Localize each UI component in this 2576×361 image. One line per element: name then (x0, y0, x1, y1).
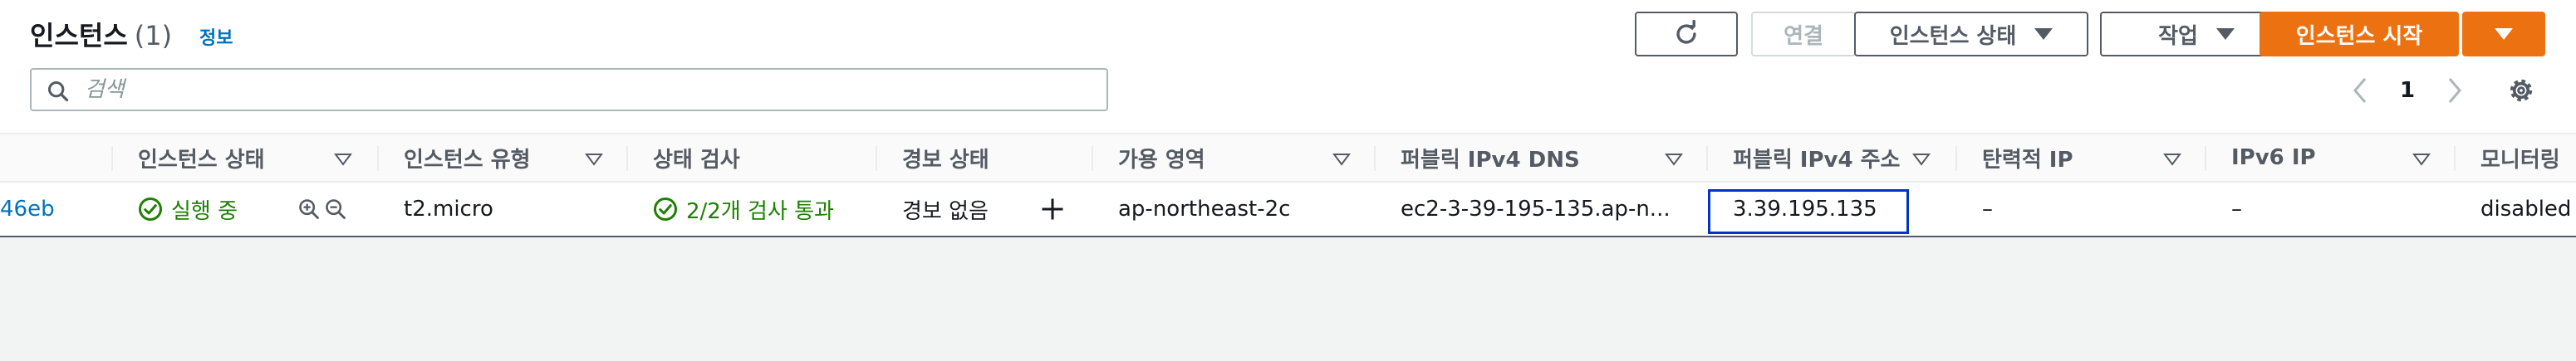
launch-instances-label: 인스턴스 시작 (2295, 23, 2423, 49)
instances-header: 인스턴스(1) 정보 연결 인스턴스 상태 작업 인스턴스 시작 1 (0, 0, 2576, 133)
zoom-in-button[interactable] (297, 183, 321, 236)
zoom-in-icon (299, 199, 319, 219)
column-divider[interactable] (876, 146, 877, 171)
page-title: 인스턴스 (1) (30, 15, 172, 53)
column-header-instance-state[interactable]: 인스턴스 상태 (138, 134, 265, 181)
instance-state-text: 실행 중 (171, 198, 238, 224)
column-divider[interactable] (1706, 146, 1708, 171)
status-check-cell: 2/2개 검사 통과 (653, 183, 834, 236)
sort-icon[interactable] (2412, 153, 2431, 166)
chevron-right-icon (2448, 78, 2461, 103)
instance-state-cell: 실행 중 (138, 183, 238, 236)
sort-icon[interactable] (2163, 153, 2181, 166)
chevron-left-icon (2353, 78, 2367, 103)
column-header-public-ipv4[interactable]: 퍼블릭 IPv4 주소 (1733, 134, 1900, 181)
column-divider[interactable] (2454, 146, 2456, 171)
next-page-button[interactable] (2442, 73, 2467, 108)
preferences-button[interactable] (2500, 73, 2542, 108)
public-dns-cell: ec2-3-39-195-135.ap-n... (1401, 197, 1671, 222)
sort-icon[interactable] (334, 153, 352, 166)
caret-down-icon (2215, 28, 2235, 40)
page-title-text: 인스턴스 (30, 20, 128, 51)
elastic-ip-cell: – (1982, 197, 1993, 222)
column-divider[interactable] (2205, 146, 2206, 171)
caret-down-icon (2495, 28, 2513, 40)
page-number[interactable]: 1 (2391, 73, 2424, 108)
column-divider[interactable] (1955, 146, 1957, 171)
table-header: 인스턴스 상태 인스턴스 유형 상태 검사 경보 상태 가용 영역 퍼블릭 IP… (0, 133, 2576, 183)
search-input[interactable] (85, 75, 1082, 105)
column-header-monitoring[interactable]: 모니터링 (2480, 134, 2560, 181)
zoom-out-button[interactable] (324, 183, 347, 236)
launch-instances-button[interactable]: 인스턴스 시작 (2260, 12, 2459, 56)
sort-icon[interactable] (585, 153, 603, 166)
instance-state-button[interactable]: 인스턴스 상태 (1854, 12, 2088, 56)
refresh-button[interactable] (1635, 12, 1738, 56)
empty-area (0, 237, 2576, 361)
launch-dropdown-button[interactable] (2462, 12, 2545, 56)
search-icon (47, 80, 69, 102)
refresh-icon (1676, 20, 1696, 44)
column-header-alarm-status[interactable]: 경보 상태 (902, 134, 989, 181)
sort-icon[interactable] (1665, 153, 1683, 166)
instance-count: (1) (134, 20, 173, 51)
instance-id-link[interactable]: 46eb (0, 183, 55, 236)
caret-down-icon (2034, 28, 2053, 40)
column-divider[interactable] (377, 146, 379, 171)
actions-label: 작업 (2158, 23, 2198, 49)
availability-zone-cell: ap-northeast-2c (1118, 197, 1291, 222)
selected-cell-outline (1708, 189, 1909, 234)
column-header-availability-zone[interactable]: 가용 영역 (1118, 134, 1205, 181)
column-header-public-dns[interactable]: 퍼블릭 IPv4 DNS (1401, 134, 1580, 181)
instance-type-cell: t2.micro (404, 197, 493, 222)
add-alarm-button[interactable] (1040, 183, 1065, 236)
zoom-out-icon (326, 199, 346, 219)
column-header-ipv6-ip[interactable]: IPv6 IP (2231, 134, 2316, 181)
previous-page-button[interactable] (2348, 73, 2372, 108)
alarm-status-cell: 경보 없음 (902, 198, 989, 224)
check-circle-icon (654, 198, 677, 221)
column-header-status-check[interactable]: 상태 검사 (653, 134, 740, 181)
check-circle-icon (139, 198, 162, 221)
column-divider[interactable] (1092, 146, 1093, 171)
gear-icon (2510, 79, 2533, 102)
column-divider[interactable] (111, 146, 113, 171)
instance-state-label: 인스턴스 상태 (1889, 23, 2017, 49)
ipv6-ip-cell: – (2231, 197, 2242, 222)
connect-button-label: 연결 (1784, 23, 1823, 49)
plus-icon (1042, 198, 1063, 220)
column-divider[interactable] (1374, 146, 1376, 171)
status-check-text: 2/2개 검사 통과 (686, 198, 834, 224)
monitoring-cell: disabled (2480, 197, 2572, 222)
column-header-instance-type[interactable]: 인스턴스 유형 (404, 134, 531, 181)
connect-button[interactable]: 연결 (1751, 12, 1856, 56)
sort-icon[interactable] (1912, 153, 1931, 166)
table-row[interactable]: 46eb 실행 중 t2.micro 2/2개 검사 통과 경보 없음 ap-n… (0, 183, 2576, 237)
column-divider[interactable] (626, 146, 628, 171)
search-box[interactable] (30, 68, 1108, 111)
sort-icon[interactable] (1332, 153, 1351, 166)
info-link[interactable]: 정보 (199, 23, 233, 50)
column-header-elastic-ip[interactable]: 탄력적 IP (1982, 134, 2073, 181)
